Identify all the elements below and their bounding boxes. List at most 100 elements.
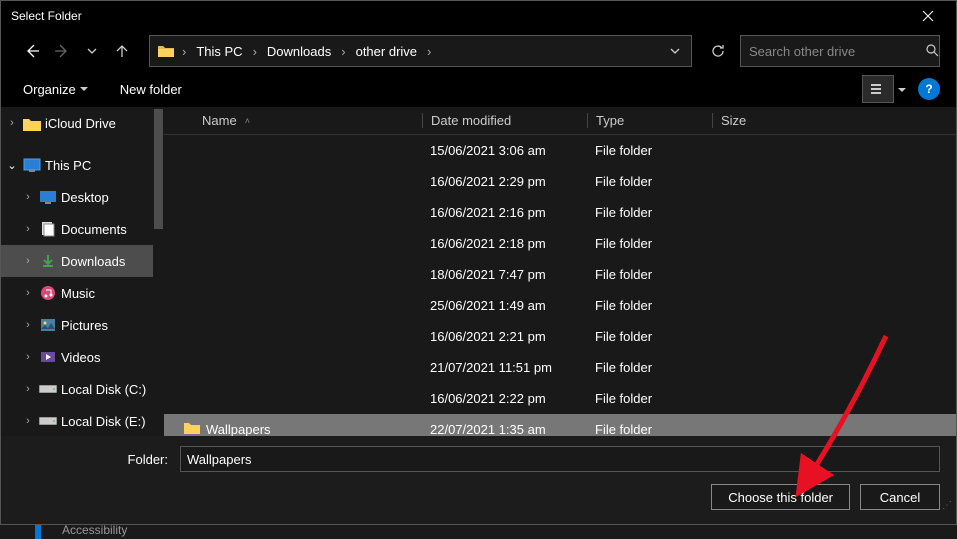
chevron-right-icon[interactable]: › (178, 44, 190, 59)
chevron-down-icon[interactable]: ⌄ (5, 159, 19, 172)
file-row[interactable]: 16/06/2021 2:18 pmFile folder (164, 228, 956, 259)
folder-icon (154, 44, 178, 58)
close-button[interactable] (908, 1, 948, 31)
file-date: 21/07/2021 11:51 pm (422, 360, 587, 375)
search-box[interactable] (740, 35, 940, 67)
breadcrumb-item[interactable]: Downloads (261, 36, 337, 66)
folder-name-input[interactable] (180, 446, 940, 472)
file-row[interactable]: Wallpapers22/07/2021 1:35 amFile folder (164, 414, 956, 436)
dialog-footer: Folder: Choose this folder Cancel (1, 436, 956, 524)
chevron-right-icon[interactable]: › (21, 287, 35, 299)
column-header-date[interactable]: Date modified (422, 113, 587, 128)
file-row[interactable]: 18/06/2021 7:47 pmFile folder (164, 259, 956, 290)
file-row[interactable]: 15/06/2021 3:06 amFile folder (164, 135, 956, 166)
file-type: File folder (587, 205, 712, 220)
search-input[interactable] (749, 44, 925, 59)
folder-label: Folder: (17, 452, 172, 467)
breadcrumb-item[interactable]: other drive (350, 36, 423, 66)
tree-item-this-pc[interactable]: ⌄This PC (1, 149, 153, 181)
organize-button[interactable]: Organize (17, 78, 94, 101)
pc-icon (23, 156, 41, 174)
tree-item-pictures[interactable]: › Pictures (1, 309, 153, 341)
tree-item-label: Documents (61, 222, 127, 237)
file-date: 15/06/2021 3:06 am (422, 143, 587, 158)
file-date: 18/06/2021 7:47 pm (422, 267, 587, 282)
tree-item-label: iCloud Drive (45, 116, 116, 131)
tree-item-label: Desktop (61, 190, 109, 205)
file-list: 15/06/2021 3:06 amFile folder16/06/2021 … (164, 135, 956, 436)
file-row[interactable]: 25/06/2021 1:49 amFile folder (164, 290, 956, 321)
tree-item-label: Local Disk (C:) (61, 382, 146, 397)
column-headers: Name˄ Date modified Type Size (164, 107, 956, 135)
view-dropdown-button[interactable] (898, 82, 906, 97)
file-date: 16/06/2021 2:21 pm (422, 329, 587, 344)
chevron-right-icon[interactable]: › (5, 117, 19, 129)
refresh-button[interactable] (700, 35, 736, 67)
file-type: File folder (587, 298, 712, 313)
address-dropdown-button[interactable] (663, 45, 687, 57)
file-row[interactable]: 16/06/2021 2:21 pmFile folder (164, 321, 956, 352)
chevron-right-icon[interactable]: › (21, 383, 35, 395)
tree-item-documents[interactable]: › Documents (1, 213, 153, 245)
view-options-button[interactable] (862, 75, 894, 103)
new-folder-button[interactable]: New folder (114, 78, 188, 101)
breadcrumb-item[interactable]: This PC (190, 36, 248, 66)
tree-item-label: Downloads (61, 254, 125, 269)
chevron-right-icon[interactable]: › (21, 255, 35, 267)
chevron-right-icon[interactable]: › (337, 44, 349, 59)
up-button[interactable] (107, 36, 137, 66)
file-type: File folder (587, 391, 712, 406)
file-date: 22/07/2021 1:35 am (422, 422, 587, 436)
column-header-size[interactable]: Size (712, 113, 956, 128)
tree-item-label: Videos (61, 350, 101, 365)
cancel-button[interactable]: Cancel (860, 484, 940, 510)
background-app-text: Accessibility (62, 523, 127, 537)
tree-item-label: Pictures (61, 318, 108, 333)
file-row[interactable]: 16/06/2021 2:29 pmFile folder (164, 166, 956, 197)
sidebar-scrollbar[interactable] (153, 107, 164, 436)
pictures-icon (39, 316, 57, 334)
chevron-right-icon[interactable]: › (21, 319, 35, 331)
tree-item-downloads[interactable]: › Downloads (1, 245, 153, 277)
resize-grip-icon[interactable]: ⋰ (942, 504, 952, 508)
chevron-right-icon[interactable]: › (21, 223, 35, 235)
file-row[interactable]: 16/06/2021 2:22 pmFile folder (164, 383, 956, 414)
chevron-right-icon[interactable]: › (249, 44, 261, 59)
file-date: 16/06/2021 2:18 pm (422, 236, 587, 251)
file-date: 16/06/2021 2:16 pm (422, 205, 587, 220)
file-date: 16/06/2021 2:29 pm (422, 174, 587, 189)
tree-item-label: Music (61, 286, 95, 301)
file-row[interactable]: 16/06/2021 2:16 pmFile folder (164, 197, 956, 228)
column-header-name[interactable]: Name˄ (164, 113, 422, 128)
scrollbar-thumb[interactable] (154, 109, 163, 229)
disk-icon (39, 412, 57, 430)
column-header-type[interactable]: Type (587, 113, 712, 128)
tree-item-music[interactable]: › Music (1, 277, 153, 309)
navigation-row: › This PC › Downloads › other drive › (1, 31, 956, 71)
chevron-right-icon[interactable]: › (21, 351, 35, 363)
tree-item-local-disk-e-[interactable]: ›Local Disk (E:) (1, 405, 153, 436)
tree-item-local-disk-c-[interactable]: › Local Disk (C:) (1, 373, 153, 405)
disk-icon (39, 380, 57, 398)
chevron-right-icon[interactable]: › (21, 191, 35, 203)
choose-folder-button[interactable]: Choose this folder (711, 484, 850, 510)
forward-button[interactable] (47, 36, 77, 66)
tree-item-videos[interactable]: › Videos (1, 341, 153, 373)
file-row[interactable]: 21/07/2021 11:51 pmFile folder (164, 352, 956, 383)
navigation-tree: ›iCloud Drive⌄This PC›Desktop›Documents›… (1, 107, 164, 436)
chevron-right-icon[interactable]: › (21, 415, 35, 427)
search-icon[interactable] (925, 43, 939, 60)
chevron-right-icon[interactable]: › (423, 44, 435, 59)
help-button[interactable]: ? (918, 78, 940, 100)
back-button[interactable] (17, 36, 47, 66)
file-name: Wallpapers (206, 422, 271, 436)
folder-cloud-icon (23, 114, 41, 132)
tree-item-icloud-drive[interactable]: › iCloud Drive (1, 107, 153, 139)
address-bar[interactable]: › This PC › Downloads › other drive › (149, 35, 692, 67)
music-icon (39, 284, 57, 302)
file-type: File folder (587, 174, 712, 189)
select-folder-dialog: Select Folder › This PC › Downloads › ot… (0, 0, 957, 525)
desktop-icon (39, 188, 57, 206)
recent-locations-button[interactable] (77, 36, 107, 66)
tree-item-desktop[interactable]: › Desktop (1, 181, 153, 213)
